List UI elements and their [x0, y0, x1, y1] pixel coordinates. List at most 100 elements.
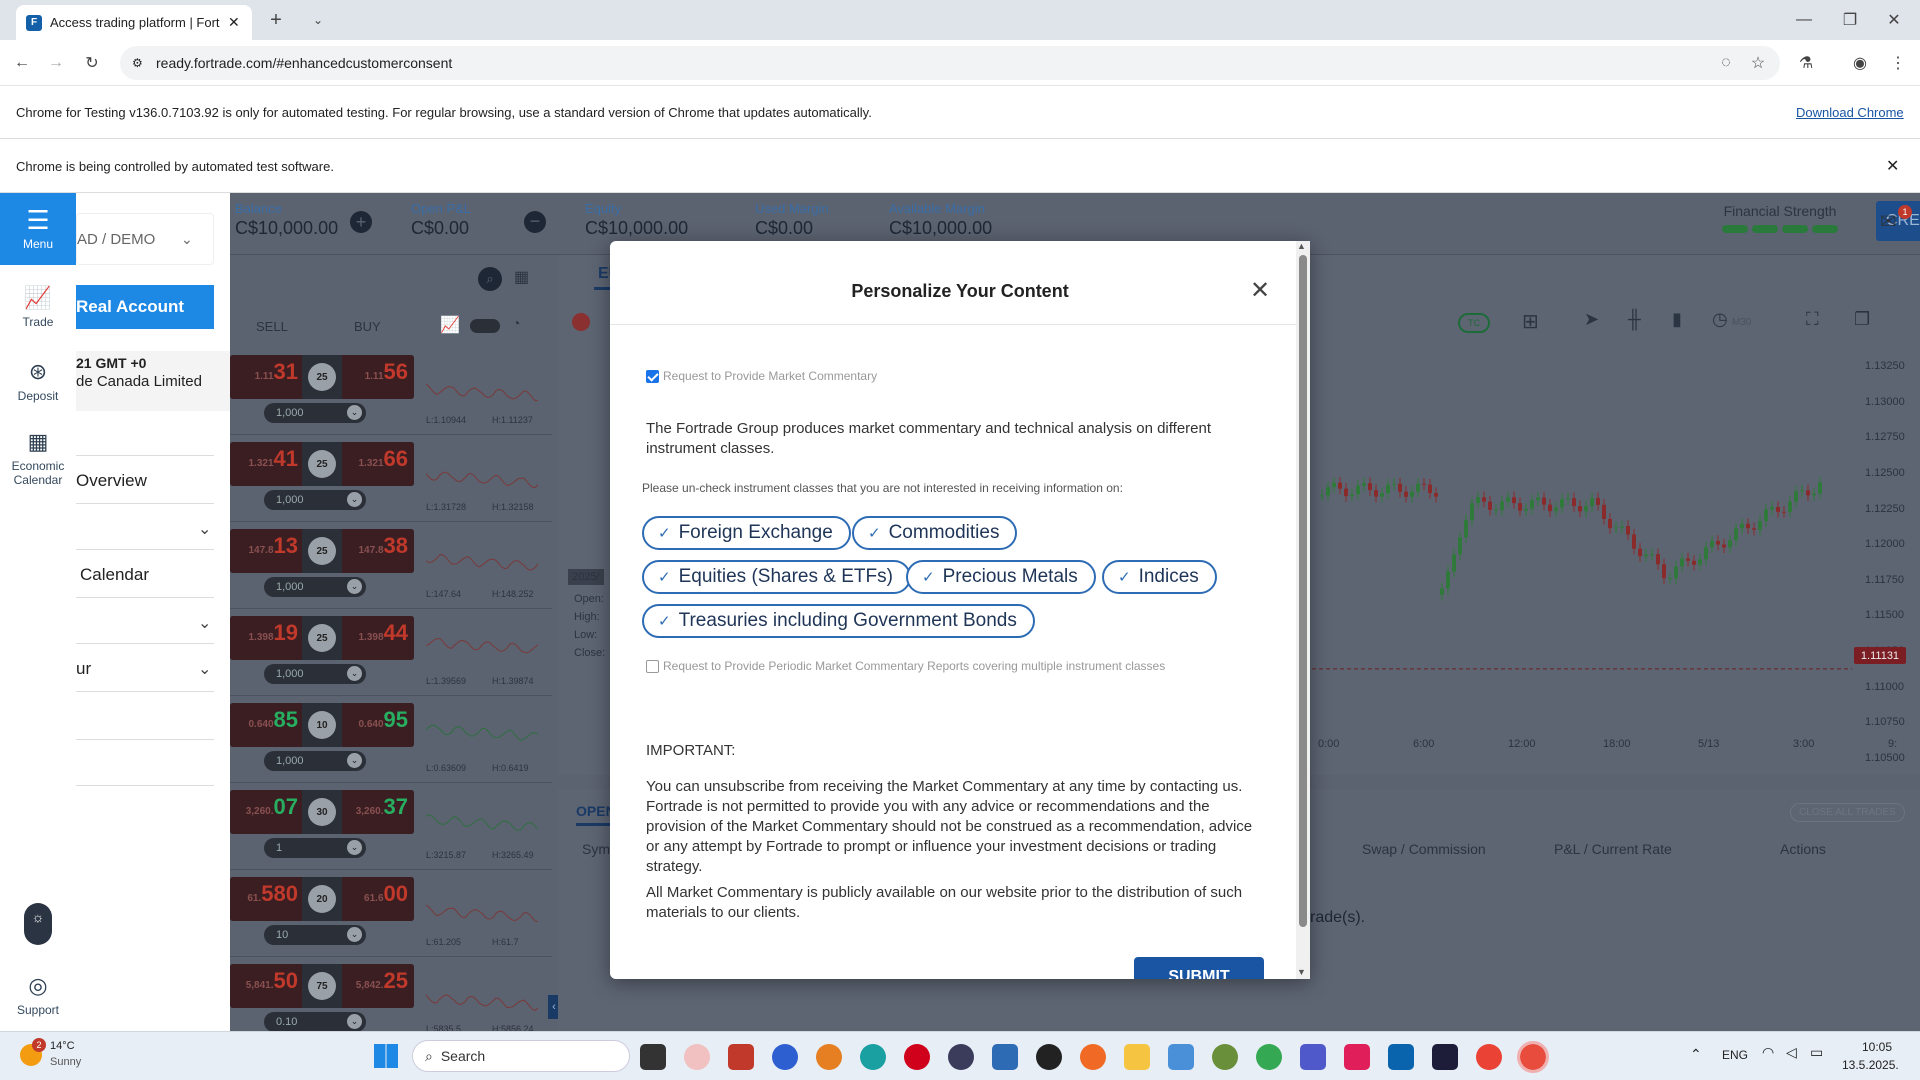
- market-commentary-checkbox[interactable]: [646, 369, 659, 383]
- periodic-reports-checkbox[interactable]: [646, 659, 659, 673]
- tc-badge-icon[interactable]: TC: [1458, 313, 1490, 333]
- instrument-card[interactable]: 3,260.07 30 3,260.37 1 ⌄ L:3215.87 H:3265.49: [230, 784, 552, 870]
- sell-price-button[interactable]: 1.32141: [230, 442, 302, 486]
- clock-icon[interactable]: ◷: [1712, 309, 1728, 330]
- shield-app-icon[interactable]: [992, 1044, 1018, 1070]
- tray-chevron-icon[interactable]: ⌃: [1690, 1046, 1702, 1063]
- taskbar-search[interactable]: ⌕ Search: [412, 1040, 630, 1072]
- app-orange-icon[interactable]: [1080, 1044, 1106, 1070]
- clock-date[interactable]: 13.5.2025.: [1842, 1058, 1899, 1072]
- kebab-menu-icon[interactable]: ⋮: [1884, 49, 1912, 77]
- browser-tab[interactable]: F Access trading platform | Fortra ✕: [16, 5, 252, 40]
- menu-button[interactable]: ☰ Menu: [0, 193, 76, 265]
- sell-price-button[interactable]: 0.64085: [230, 703, 302, 747]
- trade-nav-item[interactable]: 📈 Trade: [0, 285, 76, 329]
- app-star-icon[interactable]: [1168, 1044, 1194, 1070]
- tab-close-icon[interactable]: ✕: [228, 14, 240, 31]
- instrument-card[interactable]: 147.813 25 147.838 1,000 ⌄ L:147.64 H:148.252: [230, 523, 552, 609]
- back-icon[interactable]: ←: [8, 49, 36, 77]
- menu-item-ur[interactable]: ur: [76, 659, 91, 679]
- instrument-card[interactable]: 1.32141 25 1.32166 1,000 ⌄ L:1.31728 H:1.32158: [230, 436, 552, 522]
- economic-calendar-nav-item[interactable]: ▦ Economic Calendar: [0, 429, 76, 487]
- app-dark-icon[interactable]: [1036, 1044, 1062, 1070]
- language-indicator[interactable]: ENG: [1722, 1048, 1748, 1062]
- sell-price-button[interactable]: 3,260.07: [230, 790, 302, 834]
- site-info-icon[interactable]: ⚙: [132, 56, 143, 70]
- chrome-icon[interactable]: [1256, 1044, 1282, 1070]
- url-field[interactable]: ⚙ ready.fortrade.com/#enhancedcustomerco…: [120, 46, 1780, 80]
- forward-icon[interactable]: →: [42, 49, 70, 77]
- app-terminal-icon[interactable]: [1432, 1044, 1458, 1070]
- clock-time[interactable]: 10:05: [1862, 1040, 1892, 1054]
- chevron-down-icon[interactable]: ⌄: [198, 613, 211, 633]
- minimize-icon[interactable]: —: [1790, 6, 1818, 34]
- support-nav-item[interactable]: ◎ Support: [0, 973, 76, 1017]
- quantity-select[interactable]: 1,000 ⌄: [264, 577, 366, 597]
- infobar-close-icon[interactable]: ✕: [1886, 156, 1899, 176]
- chrome-alt-icon[interactable]: [1476, 1044, 1502, 1070]
- buy-price-button[interactable]: 0.64095: [342, 703, 414, 747]
- quantity-select[interactable]: 1,000 ⌄: [264, 664, 366, 684]
- instrument-card[interactable]: 0.64085 10 0.64095 1,000 ⌄ L:0.63609 H:0.6419: [230, 697, 552, 783]
- instrument-card[interactable]: 1.39819 25 1.39844 1,000 ⌄ L:1.39569 H:1.39874: [230, 610, 552, 696]
- restore-icon[interactable]: ❐: [1836, 6, 1864, 34]
- buy-price-button[interactable]: 1.39844: [342, 616, 414, 660]
- account-type-select[interactable]: AD / DEMO ⌄: [76, 213, 214, 265]
- fullscreen-icon[interactable]: ⛶: [1806, 309, 1819, 330]
- pill-precious-metals[interactable]: ✓ Precious Metals: [906, 560, 1096, 594]
- buy-price-button[interactable]: 1.1156: [342, 355, 414, 399]
- scroll-up-arrow[interactable]: ▲: [1297, 241, 1306, 251]
- buy-price-button[interactable]: 147.838: [342, 529, 414, 573]
- quantity-select[interactable]: 0.10 ⌄: [264, 1012, 366, 1031]
- opera-icon[interactable]: [904, 1044, 930, 1070]
- instrument-card[interactable]: 1.1131 25 1.1156 1,000 ⌄ L:1.10944 H:1.11237: [230, 349, 552, 435]
- real-account-button[interactable]: Real Account: [76, 285, 214, 329]
- interval-label[interactable]: M30: [1732, 317, 1751, 328]
- quantity-select[interactable]: 10 ⌄: [264, 925, 366, 945]
- sell-price-button[interactable]: 1.1131: [230, 355, 302, 399]
- chart-view-icon[interactable]: 📈: [440, 315, 460, 335]
- chevron-down-icon[interactable]: ⌄: [198, 519, 211, 539]
- file-explorer-icon[interactable]: [1124, 1044, 1150, 1070]
- outlook-icon[interactable]: [1388, 1044, 1414, 1070]
- bookmark-star-icon[interactable]: ☆: [1744, 49, 1772, 77]
- app-w-icon[interactable]: [948, 1044, 974, 1070]
- sell-price-button[interactable]: 5,841.50: [230, 964, 302, 1008]
- pill-commodities[interactable]: ✓ Commodities: [852, 516, 1018, 550]
- quantity-select[interactable]: 1,000 ⌄: [264, 490, 366, 510]
- download-chrome-link[interactable]: Download Chrome: [1796, 105, 1904, 120]
- timer-icon[interactable]: ◔: [512, 315, 520, 331]
- pill-foreign-exchange[interactable]: ✓ Foreign Exchange: [642, 516, 851, 550]
- indicators-icon[interactable]: ▮: [1672, 309, 1682, 330]
- buy-price-button[interactable]: 61.600: [342, 877, 414, 921]
- market-commentary-checkbox-row[interactable]: Request to Provide Market Commentary: [646, 369, 877, 383]
- wifi-icon[interactable]: ◠: [1762, 1044, 1774, 1061]
- tab-list-chevron-icon[interactable]: ⌄: [304, 6, 332, 34]
- scroll-down-arrow[interactable]: ▼: [1297, 967, 1306, 977]
- detach-window-icon[interactable]: ❐: [1854, 309, 1870, 330]
- sell-price-button[interactable]: 61.580: [230, 877, 302, 921]
- modal-close-icon[interactable]: ✕: [1246, 277, 1274, 305]
- pdf-reader-icon[interactable]: [728, 1044, 754, 1070]
- add-funds-icon[interactable]: +: [350, 211, 372, 233]
- sell-price-button[interactable]: 147.813: [230, 529, 302, 573]
- candles-icon[interactable]: ╫: [1628, 309, 1641, 330]
- submit-button[interactable]: SUBMIT: [1134, 957, 1264, 979]
- battery-icon[interactable]: ▭: [1810, 1044, 1823, 1061]
- chevron-down-icon[interactable]: ⌄: [198, 659, 211, 679]
- close-positions-icon[interactable]: −: [524, 211, 546, 233]
- quantity-select[interactable]: 1,000 ⌄: [264, 403, 366, 423]
- pill-treasuries[interactable]: ✓ Treasuries including Government Bonds: [642, 604, 1035, 638]
- draw-tool-icon[interactable]: ➤: [1584, 309, 1599, 330]
- toggle-switch[interactable]: [470, 319, 500, 333]
- modal-scrollbar-thumb[interactable]: [1299, 255, 1307, 927]
- app-paint-icon[interactable]: [1212, 1044, 1238, 1070]
- eye-off-icon[interactable]: ◌: [1712, 49, 1740, 77]
- task-view-icon[interactable]: [640, 1044, 666, 1070]
- instrument-card[interactable]: 61.580 20 61.600 10 ⌄ L:61.205 H:61.7: [230, 871, 552, 957]
- firefox-icon[interactable]: [816, 1044, 842, 1070]
- volume-icon[interactable]: ◁: [1786, 1044, 1797, 1061]
- slack-icon[interactable]: [1344, 1044, 1370, 1070]
- reload-icon[interactable]: ↻: [78, 49, 106, 77]
- theme-toggle[interactable]: ☼: [24, 903, 52, 945]
